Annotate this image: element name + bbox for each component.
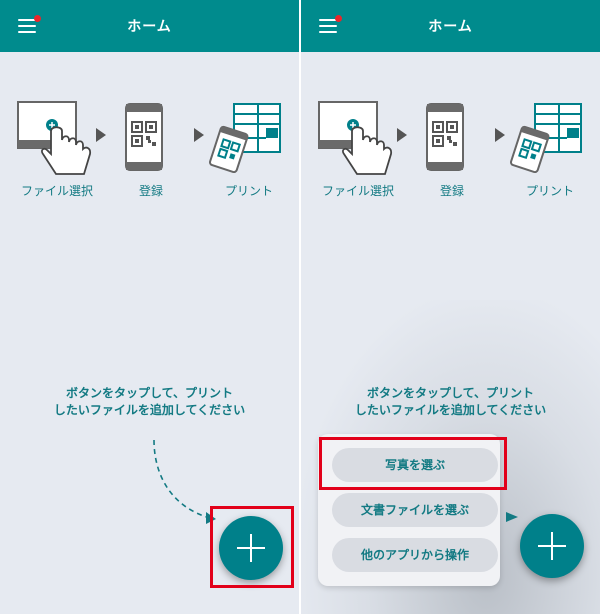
dashed-arrow-hint bbox=[153, 439, 216, 524]
print-icon bbox=[510, 103, 582, 174]
instruction-text: ボタンをタップして、プリント したいファイルを追加してください bbox=[0, 385, 299, 419]
home-screen-right: ホーム ファイル選択 登録 プリント ボタンをタップして、プリント したいファイ… bbox=[301, 0, 600, 614]
file-select-icon bbox=[17, 101, 92, 175]
instruction-line-2: したいファイルを追加してください bbox=[354, 403, 547, 417]
plus-icon-vertical bbox=[551, 532, 553, 560]
page-title: ホーム bbox=[428, 19, 473, 35]
print-icon bbox=[209, 103, 281, 174]
instruction-line-2: したいファイルを追加してください bbox=[53, 403, 246, 417]
step-label-file-select: ファイル選択 bbox=[321, 184, 394, 198]
step-label-register: 登録 bbox=[439, 184, 464, 198]
select-document-button[interactable]: 文書ファイルを選ぶ bbox=[332, 493, 498, 527]
step-label-print: プリント bbox=[224, 184, 273, 198]
arrow-right-icon bbox=[495, 128, 505, 142]
add-file-button[interactable] bbox=[219, 516, 283, 580]
arrow-right-icon bbox=[194, 128, 204, 142]
instruction-line-1: ボタンをタップして、プリント bbox=[65, 386, 234, 400]
home-screen-left: ホーム ファイル選択 登録 プリント ボタンをタップして、プリント したいファイ… bbox=[0, 0, 299, 614]
app-header: ホーム bbox=[0, 0, 299, 52]
plus-icon-vertical bbox=[250, 534, 252, 562]
instruction-text: ボタンをタップして、プリント したいファイルを追加してください bbox=[301, 385, 600, 419]
page-title: ホーム bbox=[127, 19, 172, 35]
menu-pointer bbox=[506, 512, 518, 522]
register-qr-icon bbox=[125, 103, 163, 171]
app-header: ホーム bbox=[301, 0, 600, 52]
add-file-menu: 写真を選ぶ 文書ファイルを選ぶ 他のアプリから操作 bbox=[318, 434, 500, 586]
step-label-register: 登録 bbox=[138, 184, 163, 198]
instruction-line-1: ボタンをタップして、プリント bbox=[366, 386, 535, 400]
step-label-file-select: ファイル選択 bbox=[20, 184, 93, 198]
add-file-button[interactable] bbox=[520, 514, 584, 578]
arrow-right-icon bbox=[96, 128, 106, 142]
register-qr-icon bbox=[426, 103, 464, 171]
arrow-right-icon bbox=[397, 128, 407, 142]
file-select-icon bbox=[318, 101, 393, 175]
other-app-button[interactable]: 他のアプリから操作 bbox=[332, 538, 498, 572]
select-photo-button[interactable]: 写真を選ぶ bbox=[332, 448, 498, 482]
step-label-print: プリント bbox=[525, 184, 574, 198]
